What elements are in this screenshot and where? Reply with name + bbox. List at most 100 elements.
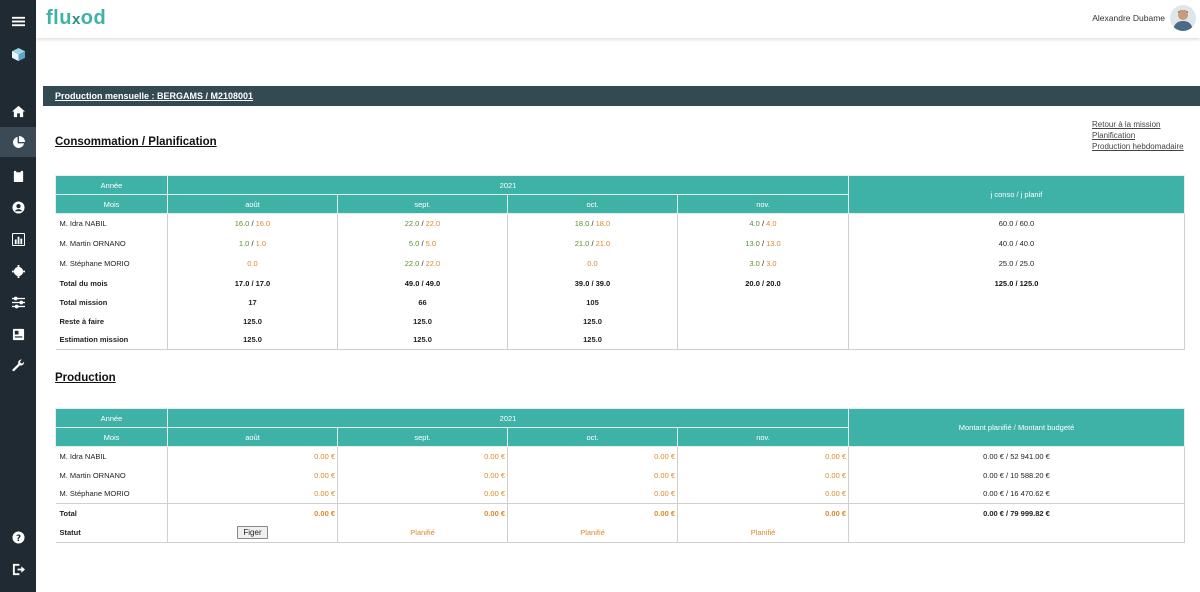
total-cell: 39.0 / 39.0	[507, 273, 678, 293]
estimation-cell: 125.0	[507, 330, 678, 350]
employee-name: M. Martin ORNANO	[55, 233, 168, 254]
amount-cell[interactable]: 0.00 €	[677, 484, 849, 504]
remaining-cell: 125.0	[507, 311, 678, 331]
month-header: sept.	[337, 194, 508, 214]
day-cell[interactable]: 5.0 / 5.0	[337, 233, 508, 254]
table-row: M. Stéphane MORIO 0.00 € 0.00 € 0.00 € 0…	[55, 484, 1185, 504]
sidebar-item-settings[interactable]	[0, 258, 36, 284]
amount-cell[interactable]: 0.00 €	[507, 465, 678, 485]
weekly-production-link[interactable]: Production hebdomadaire	[1092, 141, 1184, 152]
freeze-button[interactable]: Figer	[237, 525, 268, 539]
day-cell[interactable]: 16.0 / 16.0	[167, 213, 338, 234]
day-cell[interactable]: 13.0 / 13.0	[677, 233, 849, 254]
mission-cell: 105	[507, 292, 678, 312]
day-cell[interactable]: 18.0 / 18.0	[507, 213, 678, 234]
month-header: sept.	[337, 427, 508, 447]
total-cell: 17.0 / 17.0	[167, 273, 338, 293]
employee-name: M. Stéphane MORIO	[55, 253, 168, 274]
day-cell[interactable]: 1.0 / 1.0	[167, 233, 338, 254]
table-row: M. Martin ORNANO 0.00 € 0.00 € 0.00 € 0.…	[55, 465, 1185, 485]
mission-cell: 66	[337, 292, 508, 312]
total-cell: 0.00 €	[507, 503, 678, 523]
amount-cell[interactable]: 0.00 €	[677, 465, 849, 485]
amount-cell[interactable]: 0.00 €	[337, 484, 508, 504]
sidebar-item-home[interactable]	[0, 98, 36, 124]
svg-text:?: ?	[15, 533, 20, 543]
year-header: 2021	[167, 408, 849, 428]
status-cell: Figer	[167, 522, 338, 543]
month-header: oct.	[507, 427, 678, 447]
sidebar-item-config[interactable]	[0, 289, 36, 315]
summary-cell: 0.00 € / 16 470.62 €	[848, 484, 1185, 504]
row-label: Estimation mission	[55, 330, 168, 350]
amount-cell[interactable]: 0.00 €	[337, 465, 508, 485]
day-cell[interactable]: 21.0 / 21.0	[507, 233, 678, 254]
table-row: M. Idra NABIL 16.0 / 16.0 22.0 / 22.0 18…	[55, 213, 1185, 234]
amount-cell[interactable]: 0.00 €	[167, 465, 338, 485]
employee-name: M. Idra NABIL	[55, 213, 168, 234]
year-header: 2021	[167, 175, 849, 195]
production-section-title: Production	[55, 372, 116, 384]
summary-cell: 0.00 € / 10 588.20 €	[848, 465, 1185, 485]
cube-icon	[11, 47, 25, 61]
table-row: M. Idra NABIL 0.00 € 0.00 € 0.00 € 0.00 …	[55, 446, 1185, 466]
employee-name: M. Martin ORNANO	[55, 465, 168, 485]
page-title[interactable]: Production mensuelle : BERGAMS / M210800…	[55, 91, 253, 101]
sidebar-item-tools[interactable]	[0, 352, 36, 378]
app-logo[interactable]: fluxod	[46, 7, 106, 30]
row-label: Reste à faire	[55, 311, 168, 331]
navigation-links: Retour à la mission Planification Produc…	[1092, 119, 1184, 152]
logout-icon	[12, 563, 25, 575]
sidebar-item-production[interactable]	[0, 127, 36, 157]
row-label: Total du mois	[55, 273, 168, 293]
production-table: Année 2021 Montant planifié / Montant bu…	[55, 408, 1185, 543]
sidebar-item-logout[interactable]	[0, 556, 36, 582]
amount-cell[interactable]: 0.00 €	[677, 446, 849, 466]
menu-button[interactable]	[0, 8, 36, 34]
estimation-row: Estimation mission 125.0 125.0 125.0	[55, 330, 1185, 350]
amount-cell[interactable]: 0.00 €	[337, 446, 508, 466]
employee-name: M. Idra NABIL	[55, 446, 168, 466]
sidebar-item-tasks[interactable]	[0, 162, 36, 188]
estimation-cell: 125.0	[337, 330, 508, 350]
amount-cell[interactable]: 0.00 €	[507, 446, 678, 466]
summary-total: 0.00 € / 79 999.82 €	[848, 503, 1185, 523]
wrench-icon	[11, 359, 24, 371]
day-cell[interactable]: 3.0 / 3.0	[677, 253, 849, 274]
consumption-table: Année 2021 j conso / j planif Mois août …	[55, 175, 1185, 350]
book-icon	[12, 328, 24, 340]
amount-cell[interactable]: 0.00 €	[507, 484, 678, 504]
sidebar-item-app[interactable]	[0, 41, 36, 67]
summary-cell: 60.0 / 60.0	[848, 213, 1185, 234]
amount-cell[interactable]: 0.00 €	[167, 446, 338, 466]
clipboard-icon	[13, 168, 23, 182]
remaining-row: Reste à faire 125.0 125.0 125.0	[55, 311, 1185, 331]
consumption-section-title: Consommation / Planification	[55, 136, 217, 148]
sidebar-item-documents[interactable]	[0, 321, 36, 347]
summary-header: j conso / j planif	[848, 175, 1185, 214]
sidebar: ?	[0, 0, 36, 592]
day-cell[interactable]: 4.0 / 4.0	[677, 213, 849, 234]
help-icon: ?	[11, 530, 25, 543]
month-header: nov.	[677, 427, 849, 447]
amount-cell[interactable]: 0.00 €	[167, 484, 338, 504]
top-bar: fluxod Alexandre Dubame	[36, 0, 1200, 38]
sidebar-item-help[interactable]: ?	[0, 524, 36, 550]
planning-link[interactable]: Planification	[1092, 130, 1184, 141]
avatar[interactable]	[1170, 5, 1196, 31]
remaining-cell	[677, 311, 849, 331]
month-header-label: Mois	[55, 427, 168, 447]
row-label: Statut	[55, 522, 168, 543]
day-cell[interactable]: 22.0 / 22.0	[337, 253, 508, 274]
month-header-label: Mois	[55, 194, 168, 214]
sidebar-item-reports[interactable]	[0, 226, 36, 252]
row-label: Total	[55, 503, 168, 523]
sidebar-item-users[interactable]	[0, 194, 36, 220]
day-cell[interactable]: 0.0	[507, 253, 678, 274]
day-cell[interactable]: 22.0 / 22.0	[337, 213, 508, 234]
home-icon	[11, 105, 25, 117]
user-name[interactable]: Alexandre Dubame	[1092, 13, 1165, 23]
day-cell[interactable]: 0.0	[167, 253, 338, 274]
summary-cell: 25.0 / 25.0	[848, 253, 1185, 274]
back-to-mission-link[interactable]: Retour à la mission	[1092, 119, 1184, 130]
